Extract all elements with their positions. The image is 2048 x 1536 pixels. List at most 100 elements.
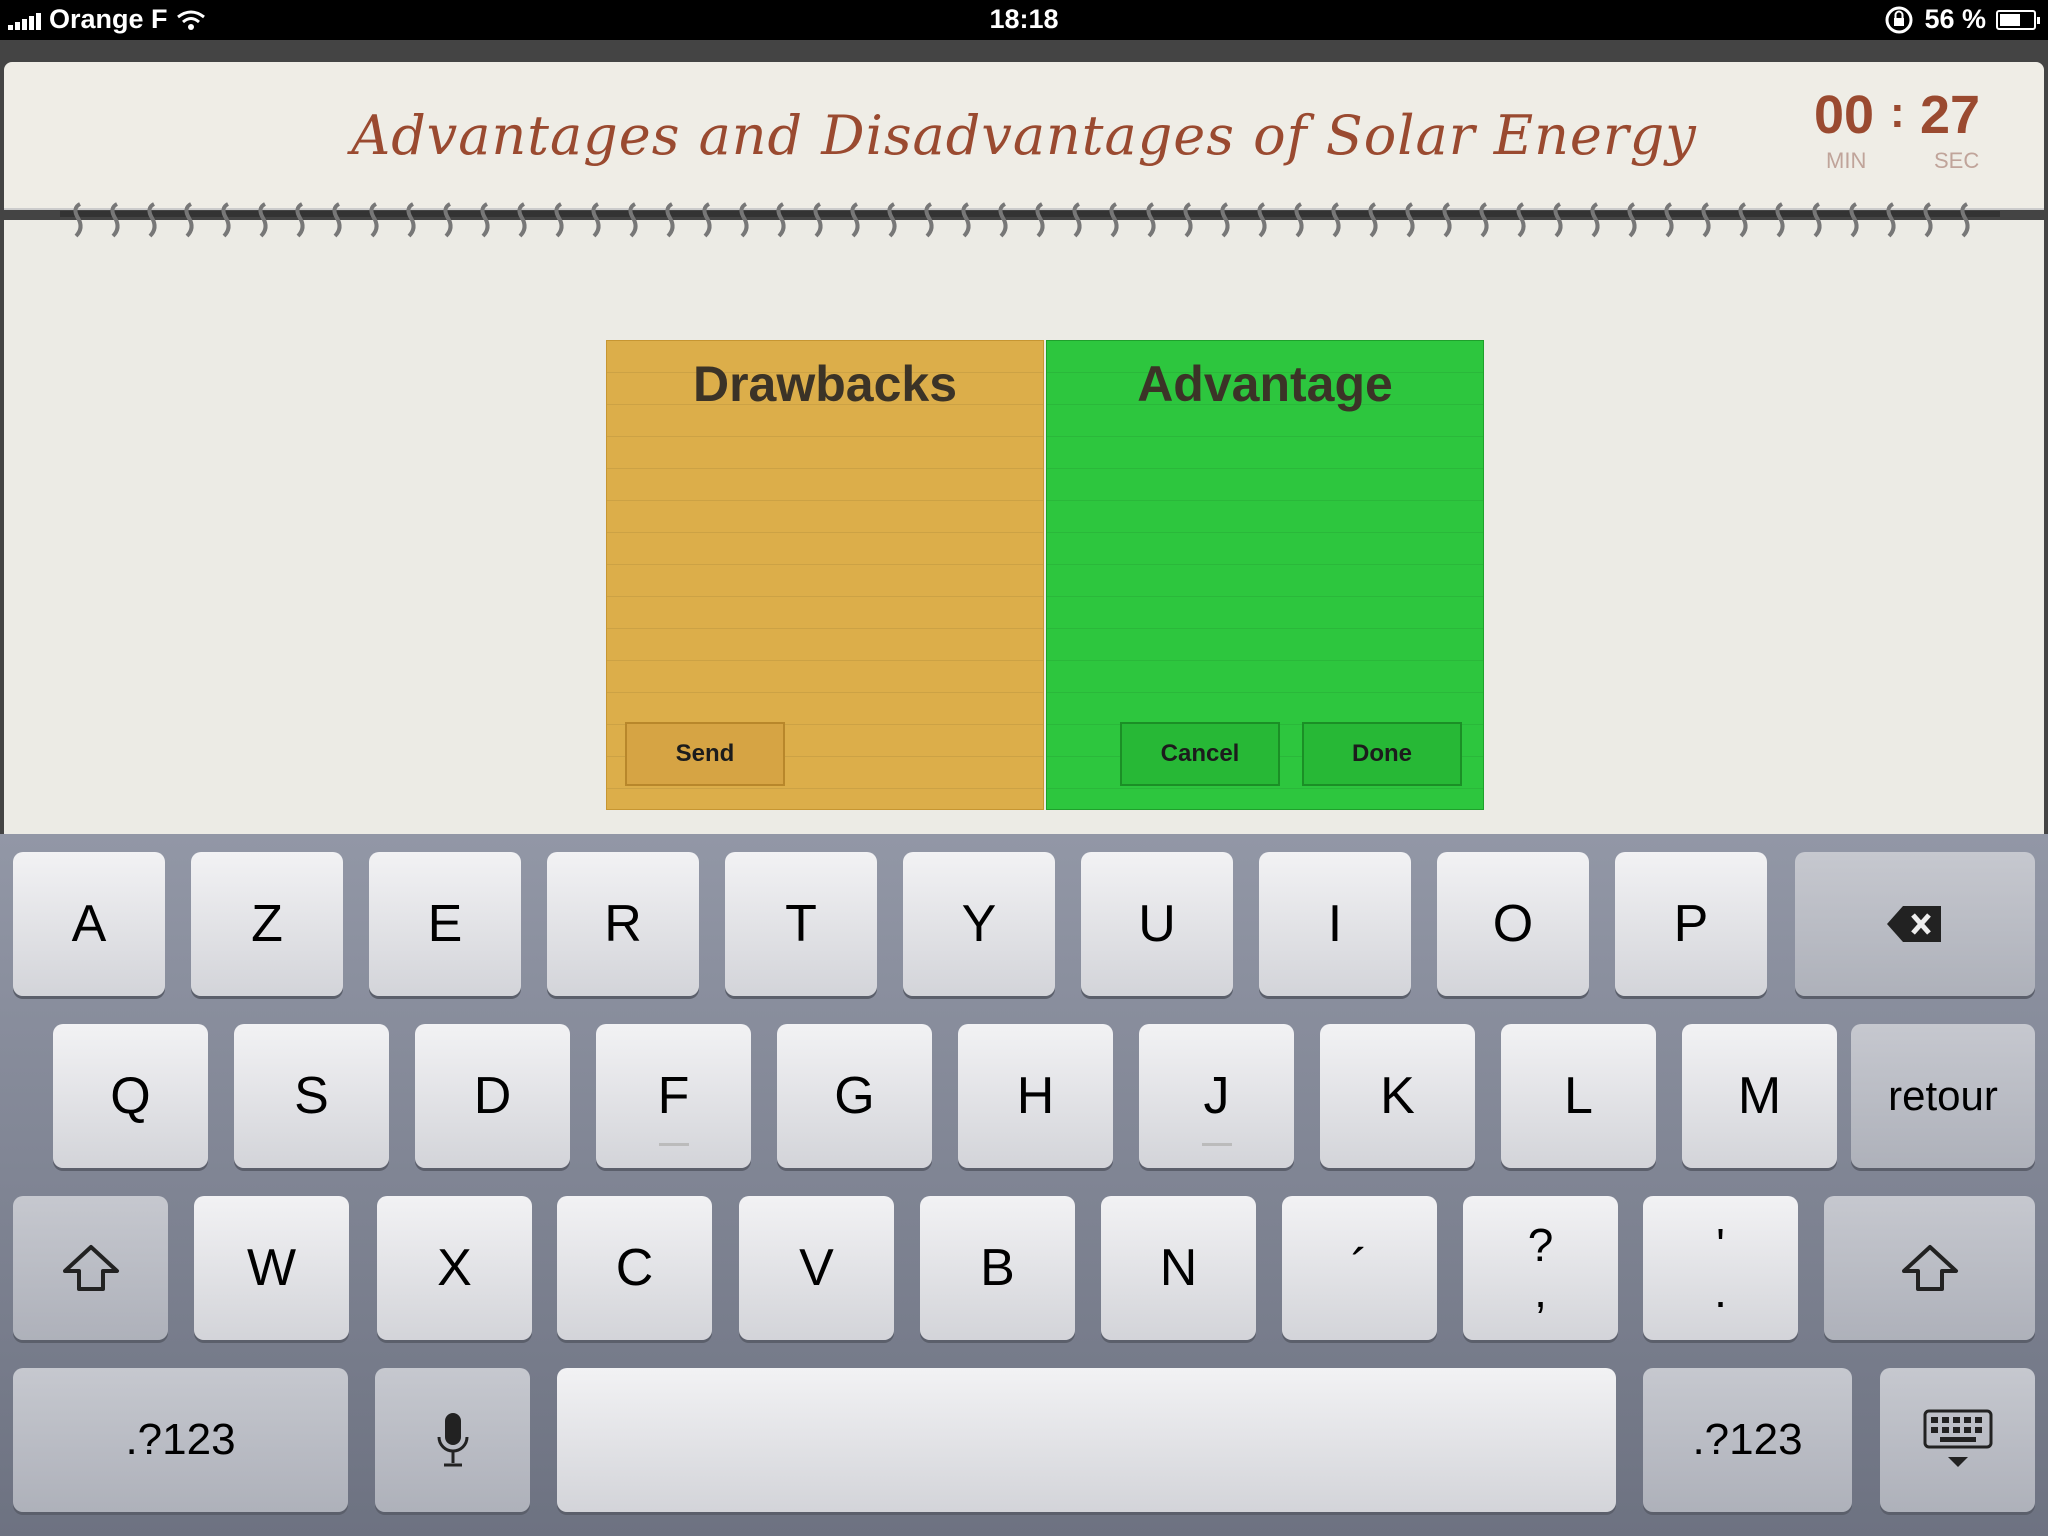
shift-key-left[interactable]: [13, 1196, 168, 1340]
drawbacks-card[interactable]: Drawbacks Send: [606, 340, 1044, 810]
spiral-ring: [1738, 202, 1748, 238]
timer-minutes: 00: [1814, 85, 1875, 145]
spiral-ring: [1146, 202, 1156, 238]
key-m[interactable]: M: [1682, 1024, 1837, 1168]
key-question-label: ?: [1527, 1219, 1554, 1271]
key-x[interactable]: X: [377, 1196, 532, 1340]
key-f[interactable]: F: [596, 1024, 751, 1168]
key-f-label: F: [657, 1067, 690, 1125]
key-j-label: J: [1203, 1067, 1230, 1125]
key-w[interactable]: W: [194, 1196, 349, 1340]
key-period-label: .: [1714, 1265, 1727, 1317]
spiral-ring: [850, 202, 860, 238]
timer-sec-label: SEC: [1934, 148, 1980, 173]
spiral-binding: [60, 202, 2000, 238]
key-g[interactable]: G: [777, 1024, 932, 1168]
key-f-home-marker: [658, 1143, 689, 1146]
send-button[interactable]: Send: [625, 722, 785, 786]
cancel-button[interactable]: Cancel: [1120, 722, 1280, 786]
spiral-ring: [258, 202, 268, 238]
spiral-ring: [998, 202, 1008, 238]
spiral-ring: [1183, 202, 1193, 238]
spiral-ring: [554, 202, 564, 238]
spiral-ring: [73, 202, 83, 238]
key-comma-label: ,: [1534, 1265, 1547, 1317]
spiral-ring: [813, 202, 823, 238]
spiral-ring: [1516, 202, 1526, 238]
spiral-ring: [591, 202, 601, 238]
key-p[interactable]: P: [1615, 852, 1767, 996]
battery-icon: [1996, 9, 2040, 30]
backspace-icon: [1887, 906, 1941, 942]
spiral-ring: [1331, 202, 1341, 238]
shift-key-right[interactable]: [1824, 1196, 2035, 1340]
hide-keyboard-key[interactable]: [1880, 1368, 2035, 1512]
clock: 18:18: [989, 4, 1059, 34]
spiral-ring: [776, 202, 786, 238]
key-u[interactable]: U: [1081, 852, 1233, 996]
spiral-ring: [1220, 202, 1230, 238]
spiral-ring: [332, 202, 342, 238]
advantage-title: Advantage: [1137, 356, 1393, 412]
spiral-ring: [480, 202, 490, 238]
key-s[interactable]: S: [234, 1024, 389, 1168]
key-h[interactable]: H: [958, 1024, 1113, 1168]
spiral-ring: [739, 202, 749, 238]
dictation-key[interactable]: [375, 1368, 530, 1512]
spiral-ring: [1553, 202, 1563, 238]
advantage-card[interactable]: Advantage Cancel Done: [1046, 340, 1484, 810]
key-quote-period[interactable]: ' .: [1643, 1196, 1798, 1340]
spiral-ring: [1849, 202, 1859, 238]
key-l[interactable]: L: [1501, 1024, 1656, 1168]
key-d[interactable]: D: [415, 1024, 570, 1168]
key-r[interactable]: R: [547, 852, 699, 996]
key-i[interactable]: I: [1259, 852, 1411, 996]
spiral-ring: [1479, 202, 1489, 238]
timer-min-label: MIN: [1826, 148, 1867, 173]
spiral-ring: [702, 202, 712, 238]
spiral-ring: [1775, 202, 1785, 238]
key-y[interactable]: Y: [903, 852, 1055, 996]
spiral-ring: [1664, 202, 1674, 238]
spiral-ring: [369, 202, 379, 238]
shift-icon: [1901, 1245, 1958, 1291]
key-n[interactable]: N: [1101, 1196, 1256, 1340]
spiral-ring: [1035, 202, 1045, 238]
drawbacks-title: Drawbacks: [692, 356, 958, 412]
space-bar[interactable]: [557, 1368, 1616, 1512]
spiral-ring: [1368, 202, 1378, 238]
key-j-home-marker: [1201, 1143, 1232, 1146]
numbers-key-left[interactable]: .?123: [13, 1368, 348, 1512]
done-button[interactable]: Done: [1302, 722, 1462, 786]
key-question-comma[interactable]: ? ,: [1463, 1196, 1618, 1340]
microphone-icon: [437, 1413, 468, 1467]
page-title: Advantages and Disadvantages of Solar En…: [351, 104, 1697, 167]
key-t[interactable]: T: [725, 852, 877, 996]
key-j[interactable]: J: [1139, 1024, 1294, 1168]
status-bar: Orange F 18:18 56 %: [0, 0, 2048, 40]
key-z[interactable]: Z: [191, 852, 343, 996]
spiral-ring: [887, 202, 897, 238]
spiral-ring: [924, 202, 934, 238]
spiral-ring: [221, 202, 231, 238]
spiral-ring: [1960, 202, 1970, 238]
spiral-ring: [1405, 202, 1415, 238]
battery-percentage: 56 %: [1924, 4, 1986, 34]
key-v[interactable]: V: [739, 1196, 894, 1340]
spiral-ring: [1590, 202, 1600, 238]
key-a[interactable]: A: [13, 852, 165, 996]
key-o[interactable]: O: [1437, 852, 1589, 996]
key-q[interactable]: Q: [53, 1024, 208, 1168]
key-e[interactable]: E: [369, 852, 521, 996]
spiral-ring: [1109, 202, 1119, 238]
header: Advantages and Disadvantages of Solar En…: [4, 62, 2044, 210]
key-c[interactable]: C: [557, 1196, 712, 1340]
key-k[interactable]: K: [1320, 1024, 1475, 1168]
spiral-ring: [295, 202, 305, 238]
backspace-key[interactable]: [1795, 852, 2035, 996]
shift-icon: [62, 1245, 119, 1291]
key-apostrophe[interactable]: ´: [1282, 1196, 1437, 1340]
numbers-key-right[interactable]: .?123: [1643, 1368, 1852, 1512]
key-b[interactable]: B: [920, 1196, 1075, 1340]
return-key[interactable]: retour: [1851, 1024, 2035, 1168]
